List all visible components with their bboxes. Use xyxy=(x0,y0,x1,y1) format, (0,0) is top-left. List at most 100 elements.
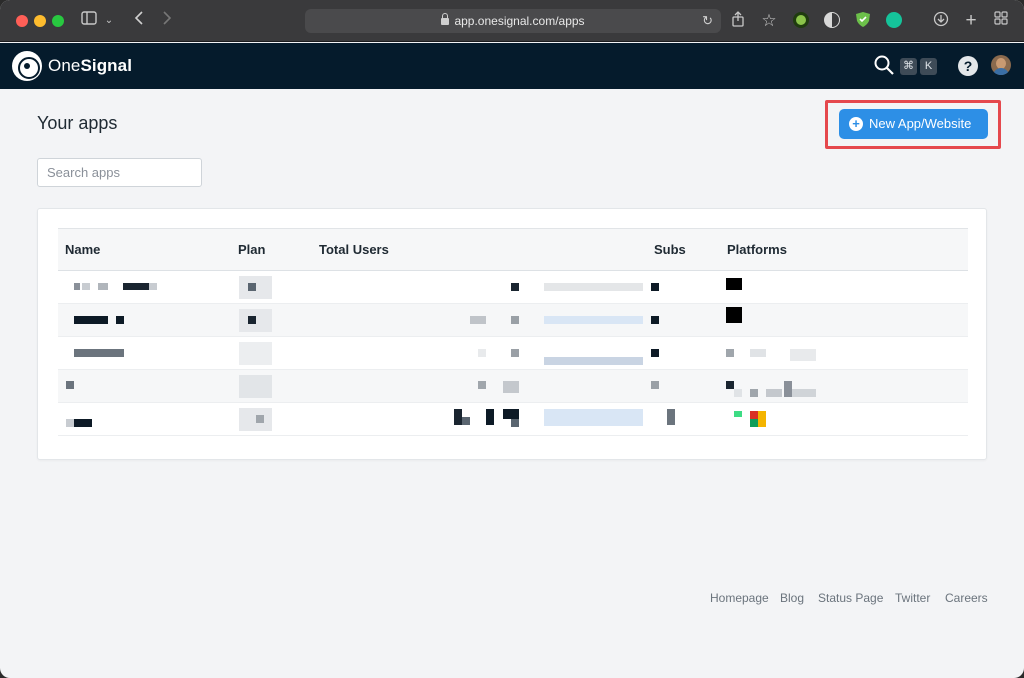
redacted-total-users xyxy=(503,409,519,419)
redacted-app-name xyxy=(74,283,80,290)
platform-icon xyxy=(726,278,742,290)
redacted-app-name xyxy=(98,283,108,290)
redacted-plan xyxy=(248,283,256,291)
platform-icon xyxy=(790,349,816,361)
minimize-window-button[interactable] xyxy=(34,15,46,27)
apps-table-card: Name Plan Total Users Subs Platforms xyxy=(37,208,987,460)
column-header-total-users[interactable]: Total Users xyxy=(319,242,389,257)
new-app-website-label: New App/Website xyxy=(869,116,972,131)
table-row[interactable] xyxy=(58,271,968,304)
privacy-shield-icon[interactable] xyxy=(824,12,840,28)
redacted-total-users xyxy=(454,409,462,425)
platform-icon xyxy=(726,381,734,389)
users-bar xyxy=(544,316,643,324)
redacted-total-users xyxy=(486,409,494,425)
redacted-total-users xyxy=(470,316,486,324)
bookmark-star-icon[interactable]: ☆ xyxy=(760,11,778,31)
users-bar xyxy=(544,409,643,426)
new-app-website-button[interactable]: + New App/Website xyxy=(839,109,988,139)
close-window-button[interactable] xyxy=(16,15,28,27)
table-row[interactable] xyxy=(58,304,968,337)
column-header-name[interactable]: Name xyxy=(65,242,100,257)
brand-name-light: One xyxy=(48,56,81,75)
reload-icon[interactable]: ↻ xyxy=(702,9,713,33)
browser-toolbar: ⌄ app.onesignal.com/apps ↻ ☆ + xyxy=(0,0,1024,42)
redacted-total-users xyxy=(478,349,486,357)
back-icon[interactable] xyxy=(132,11,146,31)
password-extension-icon[interactable] xyxy=(793,12,809,28)
redacted-app-name xyxy=(66,419,74,427)
column-header-platforms[interactable]: Platforms xyxy=(727,242,787,257)
footer-link-careers[interactable]: Careers xyxy=(945,591,988,605)
footer-link-homepage[interactable]: Homepage xyxy=(710,591,769,605)
redacted-total-users xyxy=(503,381,519,393)
table-header: Name Plan Total Users Subs Platforms xyxy=(58,228,968,271)
zoom-window-button[interactable] xyxy=(52,15,64,27)
table-row[interactable] xyxy=(58,337,968,370)
column-header-plan[interactable]: Plan xyxy=(238,242,265,257)
tab-overview-icon[interactable] xyxy=(992,11,1010,31)
redacted-subs xyxy=(651,283,659,291)
shortcut-key-cmd: ⌘ xyxy=(900,58,917,75)
url-text: app.onesignal.com/apps xyxy=(454,14,585,28)
onesignal-logo-icon[interactable] xyxy=(12,51,42,81)
redacted-total-users xyxy=(511,349,519,357)
redacted-app-name xyxy=(66,381,74,389)
brand-name-bold: Signal xyxy=(80,56,133,75)
platform-icon xyxy=(734,389,742,397)
redacted-app-name xyxy=(82,283,90,290)
redacted-plan xyxy=(256,415,264,423)
chevron-down-icon[interactable]: ⌄ xyxy=(102,11,116,31)
sidebar-toggle-icon[interactable] xyxy=(80,11,98,31)
platform-icon xyxy=(766,389,782,397)
users-bar xyxy=(544,357,643,365)
redacted-app-name xyxy=(149,283,157,290)
brand-name[interactable]: OneSignal xyxy=(48,56,132,76)
help-icon[interactable]: ? xyxy=(958,56,978,76)
lock-icon xyxy=(441,13,450,25)
redacted-app-name xyxy=(74,419,92,427)
new-tab-icon[interactable]: + xyxy=(962,11,980,31)
plus-circle-icon: + xyxy=(849,117,863,131)
table-row[interactable] xyxy=(58,370,968,403)
redacted-total-users xyxy=(511,283,519,291)
users-bar xyxy=(544,283,643,291)
downloads-icon[interactable] xyxy=(932,11,950,31)
platform-icon xyxy=(750,349,766,357)
redacted-app-name xyxy=(116,316,124,324)
page-title: Your apps xyxy=(37,113,118,133)
grammarly-icon[interactable] xyxy=(886,12,902,28)
column-header-subs[interactable]: Subs xyxy=(654,242,686,257)
redacted-subs xyxy=(651,316,659,324)
platform-icon xyxy=(750,389,758,397)
redacted-subs xyxy=(651,381,659,389)
redacted-plan xyxy=(248,316,256,324)
redacted-total-users xyxy=(462,417,470,425)
avatar[interactable] xyxy=(991,55,1011,75)
browser-window: ⌄ app.onesignal.com/apps ↻ ☆ + OneSignal… xyxy=(0,0,1024,678)
table-row[interactable] xyxy=(58,403,968,436)
platform-icon xyxy=(792,389,816,397)
redacted-app-name xyxy=(74,349,124,357)
platform-icon xyxy=(726,307,742,323)
redacted-plan xyxy=(239,375,272,398)
app-header: OneSignal ⌘ K xyxy=(0,43,1024,89)
redacted-subs xyxy=(651,349,659,357)
share-icon[interactable] xyxy=(730,11,746,31)
address-bar[interactable]: app.onesignal.com/apps ↻ xyxy=(305,9,721,33)
adblock-shield-icon[interactable] xyxy=(854,11,872,31)
search-input[interactable] xyxy=(37,158,202,187)
redacted-total-users xyxy=(511,316,519,324)
redacted-app-name xyxy=(123,283,149,290)
chrome-platform-icon xyxy=(750,419,758,427)
footer-link-twitter[interactable]: Twitter xyxy=(895,591,930,605)
redacted-total-users xyxy=(478,381,486,389)
redacted-total-users xyxy=(511,419,519,427)
search-icon[interactable] xyxy=(874,55,894,75)
chrome-platform-icon xyxy=(758,411,766,427)
forward-icon[interactable] xyxy=(160,11,174,31)
redacted-plan xyxy=(239,342,272,365)
footer-link-blog[interactable]: Blog xyxy=(780,591,804,605)
footer-link-status-page[interactable]: Status Page xyxy=(818,591,883,605)
platform-icon xyxy=(726,349,734,357)
